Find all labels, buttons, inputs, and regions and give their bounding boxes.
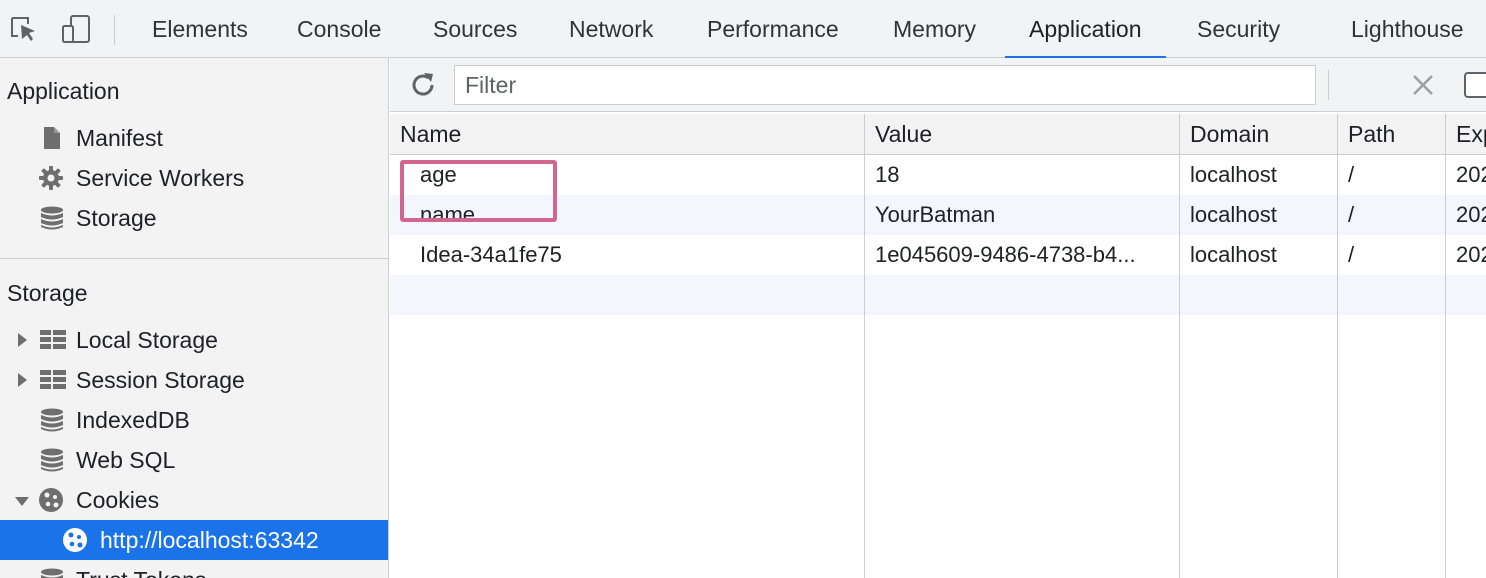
sidebar-item-label: Cookies <box>76 487 160 513</box>
cookie-path: / <box>1348 162 1355 187</box>
cookie-value: 1e045609-9486-4738-b4... <box>875 242 1136 267</box>
sidebar-item-indexeddb[interactable]: IndexedDB <box>0 400 388 440</box>
cookie-expires: 2021-... <box>1456 162 1486 187</box>
sidebar-item-label: Trust Tokens <box>76 560 206 578</box>
tab-application[interactable]: Application <box>1005 0 1165 59</box>
sidebar-item-trust-tokens[interactable]: Trust Tokens <box>0 560 388 578</box>
tab-security[interactable]: Security <box>1197 0 1280 58</box>
cookie-path: / <box>1348 202 1355 227</box>
sidebar-section-storage: Storage <box>7 280 88 306</box>
cookie-domain: localhost <box>1190 162 1277 187</box>
database-icon <box>39 447 65 473</box>
column-divider[interactable] <box>1337 114 1338 578</box>
database-icon <box>39 407 65 433</box>
sidebar-item-cookies[interactable]: Cookies <box>0 480 388 520</box>
database-icon <box>39 567 65 578</box>
table-row-empty <box>390 275 1486 315</box>
tab-sources[interactable]: Sources <box>433 0 517 58</box>
cookie-name: name <box>420 202 476 227</box>
only-show-issues-checkbox[interactable] <box>1464 72 1486 98</box>
sidebar-item-label: Local Storage <box>76 327 218 353</box>
sidebar-item-label: http://localhost:63342 <box>100 527 319 553</box>
toolbar-divider <box>114 15 115 45</box>
sidebar-item-storage[interactable]: Storage <box>0 198 388 238</box>
cookies-table: Name Value Domain Path Expires age 18 lo… <box>390 114 1486 578</box>
column-divider[interactable] <box>864 114 865 578</box>
cookie-domain: localhost <box>1190 202 1277 227</box>
cookie-name: Idea-34a1fe75 <box>420 242 562 267</box>
sidebar-item-session-storage[interactable]: Session Storage <box>0 360 388 400</box>
refresh-icon[interactable] <box>408 70 438 100</box>
column-divider[interactable] <box>1445 114 1446 578</box>
device-toolbar-icon[interactable] <box>60 14 90 44</box>
devtools-tab-bar: Elements Console Sources Network Perform… <box>0 0 1486 59</box>
cookie-expires: 2021-... <box>1456 202 1486 227</box>
file-icon <box>39 125 65 151</box>
column-header-value[interactable]: Value <box>865 114 1180 154</box>
sidebar-item-local-storage[interactable]: Local Storage <box>0 320 388 360</box>
sidebar-section-application: Application <box>7 78 120 104</box>
application-sidebar: Application Manifest Service Workers Sto… <box>0 58 389 578</box>
database-icon <box>39 205 65 231</box>
column-header-name[interactable]: Name <box>390 114 864 154</box>
sidebar-item-web-sql[interactable]: Web SQL <box>0 440 388 480</box>
cookie-path: / <box>1348 242 1355 267</box>
tab-elements[interactable]: Elements <box>152 0 248 58</box>
sidebar-item-service-workers[interactable]: Service Workers <box>0 158 388 198</box>
grid-icon <box>39 367 66 393</box>
sidebar-item-manifest[interactable]: Manifest <box>0 118 388 158</box>
tab-console[interactable]: Console <box>297 0 381 58</box>
column-divider[interactable] <box>1179 114 1180 578</box>
tab-memory[interactable]: Memory <box>893 0 976 58</box>
toolbar-divider <box>1328 70 1329 100</box>
cookie-icon <box>62 527 88 553</box>
cookies-panel: Name Value Domain Path Expires age 18 lo… <box>390 58 1486 578</box>
cookie-value: 18 <box>875 162 900 187</box>
cookie-name: age <box>420 162 457 187</box>
cookie-icon <box>38 487 64 513</box>
sidebar-item-cookie-origin[interactable]: http://localhost:63342 <box>0 520 388 560</box>
column-header-domain[interactable]: Domain <box>1180 114 1338 154</box>
cookie-domain: localhost <box>1190 242 1277 267</box>
column-header-path[interactable]: Path <box>1338 114 1446 154</box>
clear-all-icon[interactable] <box>1410 72 1436 98</box>
expand-arrow-icon[interactable] <box>18 333 27 347</box>
column-header-expires[interactable]: Expires <box>1446 114 1486 154</box>
tab-lighthouse[interactable]: Lighthouse <box>1351 0 1464 58</box>
cookies-toolbar <box>390 58 1486 112</box>
table-row[interactable]: Idea-34a1fe75 1e045609-9486-4738-b4... l… <box>390 235 1486 275</box>
cookie-expires: 2022-... <box>1456 242 1486 267</box>
table-row[interactable]: age 18 localhost / 2021-... <box>390 155 1486 195</box>
sidebar-item-label: Session Storage <box>76 367 245 393</box>
filter-input[interactable] <box>454 65 1316 105</box>
gear-icon <box>38 165 64 191</box>
tab-network[interactable]: Network <box>569 0 653 58</box>
sidebar-item-label: Web SQL <box>76 447 176 473</box>
sidebar-item-label: IndexedDB <box>76 407 190 433</box>
expand-arrow-icon[interactable] <box>18 373 27 387</box>
sidebar-item-label: Manifest <box>76 125 163 151</box>
inspect-element-icon[interactable] <box>8 14 38 44</box>
tab-performance[interactable]: Performance <box>707 0 839 58</box>
cookie-value: YourBatman <box>875 202 996 227</box>
sidebar-item-label: Storage <box>76 205 157 231</box>
sidebar-item-label: Service Workers <box>76 165 245 191</box>
table-row[interactable]: name YourBatman localhost / 2021-... <box>390 195 1486 235</box>
grid-icon <box>39 327 66 353</box>
collapse-arrow-icon[interactable] <box>15 497 29 506</box>
table-header: Name Value Domain Path Expires <box>390 114 1486 155</box>
sidebar-divider <box>0 258 388 259</box>
